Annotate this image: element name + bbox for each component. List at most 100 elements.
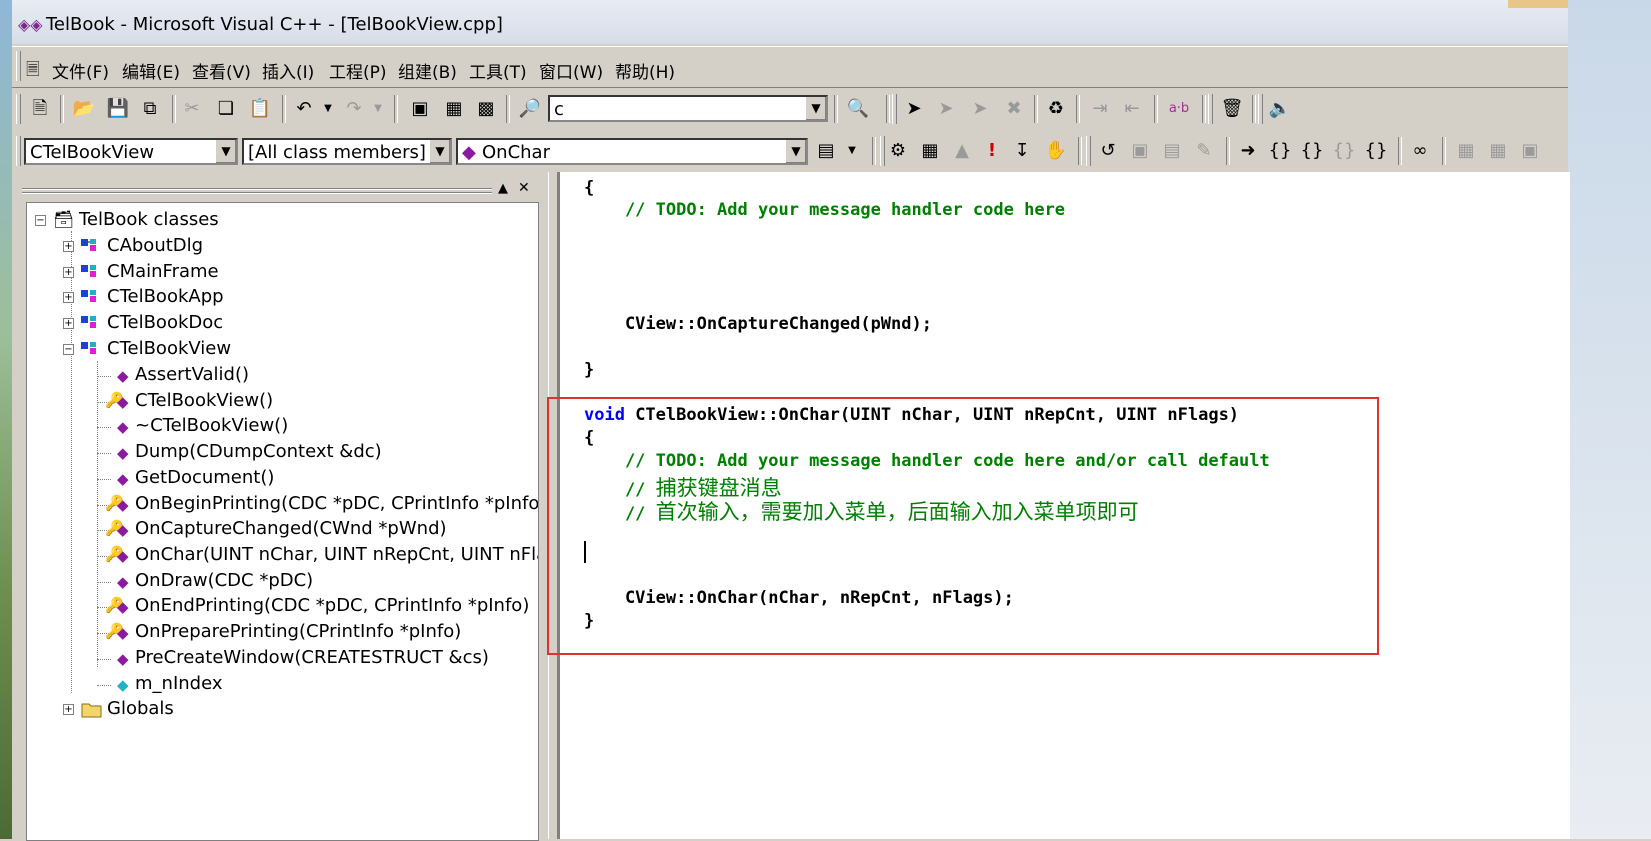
expand-icon[interactable]: +	[63, 241, 74, 252]
toolbar-grip[interactable]	[1086, 136, 1091, 166]
toolbar-grip[interactable]	[16, 136, 21, 166]
maximize-pane-icon[interactable]: ▲	[498, 181, 508, 196]
member-combo[interactable]: ◆ OnChar ▼	[456, 138, 808, 165]
member-label: OnCaptureChanged(CWnd *pWnd)	[135, 518, 447, 539]
copy-icon[interactable]: ❏	[212, 96, 240, 122]
member-label: OnDraw(CDC *pDC)	[135, 570, 314, 591]
speaker-icon[interactable]: 🔈	[1266, 96, 1294, 122]
paste-icon[interactable]: 📋	[246, 96, 274, 122]
cut-icon[interactable]: ✂	[178, 96, 206, 122]
chevron-down-icon[interactable]: ▼	[785, 140, 806, 163]
go-icon[interactable]: ↧	[1008, 138, 1036, 164]
toolbar-grip[interactable]	[1208, 94, 1213, 124]
menu-window[interactable]: 窗口(W)	[539, 58, 603, 83]
save-icon[interactable]: 💾	[104, 96, 132, 122]
protected-method-icon: ◆	[117, 393, 129, 411]
expand-icon[interactable]: +	[63, 267, 74, 278]
stop-debug-icon[interactable]: ▣	[1126, 138, 1154, 164]
chevron-down-icon[interactable]: ▼	[215, 140, 236, 163]
filter-combo[interactable]: [All class members] ▼	[242, 138, 452, 165]
variables-icon[interactable]: ▦	[1484, 138, 1512, 164]
expand-icon[interactable]: +	[63, 704, 74, 715]
expand-icon[interactable]: +	[63, 292, 74, 303]
compile-icon[interactable]: ⚙	[884, 138, 912, 164]
show-next-statement-icon[interactable]: ➜	[1234, 138, 1262, 164]
code-line: {	[584, 178, 595, 198]
step-over-icon[interactable]: {}	[1298, 138, 1326, 164]
method-icon: ◆	[117, 650, 129, 668]
wizardbar-toolbar: CTelBookView ▼ [All class members] ▼ ◆ O…	[12, 130, 1568, 170]
undo-dropdown-icon[interactable]: ▼	[314, 96, 342, 122]
menu-view[interactable]: 查看(V)	[192, 58, 251, 83]
stop-build-icon[interactable]: ▲	[948, 138, 976, 164]
chevron-down-icon[interactable]: ▼	[805, 97, 826, 120]
tree-guide-line	[97, 659, 111, 660]
menu-help[interactable]: 帮助(H)	[615, 58, 675, 83]
toolbar-grip[interactable]	[1258, 94, 1263, 124]
break-icon[interactable]: ▤	[1158, 138, 1186, 164]
tree-guide-line	[97, 685, 111, 686]
find-combo[interactable]: c ▼	[548, 95, 828, 122]
build-icon[interactable]: ▦	[916, 138, 944, 164]
menubar-grip[interactable]	[16, 51, 21, 81]
classview-tree[interactable]: − 🗃 TelBook classes + CAboutDlg + CMainF…	[26, 202, 539, 841]
redo-dropdown-icon[interactable]: ▼	[364, 96, 392, 122]
toolbar-separator	[172, 95, 176, 123]
wizardbar-dropdown-icon[interactable]: ▼	[838, 138, 866, 164]
toolbar-separator	[834, 95, 838, 123]
menu-edit[interactable]: 编辑(E)	[122, 58, 180, 83]
toolbar-grip[interactable]	[16, 94, 21, 124]
method-icon: ◆	[117, 367, 129, 385]
watch-icon[interactable]: ▦	[1452, 138, 1480, 164]
tree-guide-line	[97, 361, 98, 667]
output-icon[interactable]: ▦	[440, 96, 468, 122]
member-label: AssertValid()	[135, 364, 250, 385]
open-folder-icon[interactable]: 📂	[70, 96, 98, 122]
pane-grip[interactable]	[22, 188, 492, 190]
menu-tools[interactable]: 工具(T)	[469, 58, 527, 83]
run-to-cursor-icon[interactable]: {}	[1362, 138, 1390, 164]
member-label: OnBeginPrinting(CDC *pDC, CPrintInfo *pI…	[135, 493, 539, 514]
menu-project[interactable]: 工程(P)	[329, 58, 387, 83]
menu-build[interactable]: 组建(B)	[398, 58, 457, 83]
step-out-icon[interactable]: {}	[1330, 138, 1358, 164]
collapse-icon[interactable]: −	[63, 344, 74, 355]
trash-icon[interactable]: 🗑	[1218, 96, 1246, 122]
clear-bookmarks-icon[interactable]: ✖	[1000, 96, 1028, 122]
toggle-bookmark-icon[interactable]: ➤	[900, 96, 928, 122]
whitespace-toggle[interactable]: a·b	[1162, 96, 1196, 122]
chevron-down-icon[interactable]: ▼	[429, 140, 450, 163]
new-text-file-icon[interactable]: 🗎	[26, 96, 54, 122]
collapse-icon[interactable]: −	[35, 215, 46, 226]
quickwatch-icon[interactable]: ∞	[1406, 138, 1434, 164]
class-combo[interactable]: CTelBookView ▼	[24, 138, 238, 165]
find-icon[interactable]: 🔍	[844, 96, 872, 122]
pane-grip[interactable]	[22, 192, 492, 194]
menu-file[interactable]: 文件(F)	[52, 58, 109, 83]
registers-icon[interactable]: ▣	[1516, 138, 1544, 164]
tree-guide-line	[97, 479, 111, 480]
find-in-files-icon[interactable]: 🔎	[516, 96, 544, 122]
toolbar-separator	[1202, 95, 1206, 123]
document-icon[interactable]: 🗏	[26, 57, 40, 86]
toolbar-grip[interactable]	[892, 94, 897, 124]
save-all-icon[interactable]: ⧉	[136, 96, 164, 122]
close-icon[interactable]: ✕	[518, 180, 530, 196]
execute-icon[interactable]: !	[978, 138, 1006, 164]
member-label: OnPreparePrinting(CPrintInfo *pInfo)	[135, 621, 462, 642]
binoculars-icon[interactable]: ♻	[1042, 96, 1070, 122]
wizardbar-action-icon[interactable]: ▤	[812, 138, 840, 164]
apply-code-changes-icon[interactable]: ✎	[1190, 138, 1218, 164]
breakpoint-hand-icon[interactable]: ✋	[1042, 138, 1070, 164]
next-bookmark-icon[interactable]: ➤	[932, 96, 960, 122]
workspace-icon[interactable]: ▣	[406, 96, 434, 122]
class-icon	[79, 263, 105, 283]
window-list-icon[interactable]: ▩	[472, 96, 500, 122]
menu-insert[interactable]: 插入(I)	[262, 58, 314, 83]
expand-icon[interactable]: +	[63, 318, 74, 329]
indent-icon[interactable]: ⇥	[1086, 96, 1114, 122]
step-into-icon[interactable]: {}	[1266, 138, 1294, 164]
restart-icon[interactable]: ↺	[1094, 138, 1122, 164]
prev-bookmark-icon[interactable]: ➤	[966, 96, 994, 122]
outdent-icon[interactable]: ⇤	[1118, 96, 1146, 122]
